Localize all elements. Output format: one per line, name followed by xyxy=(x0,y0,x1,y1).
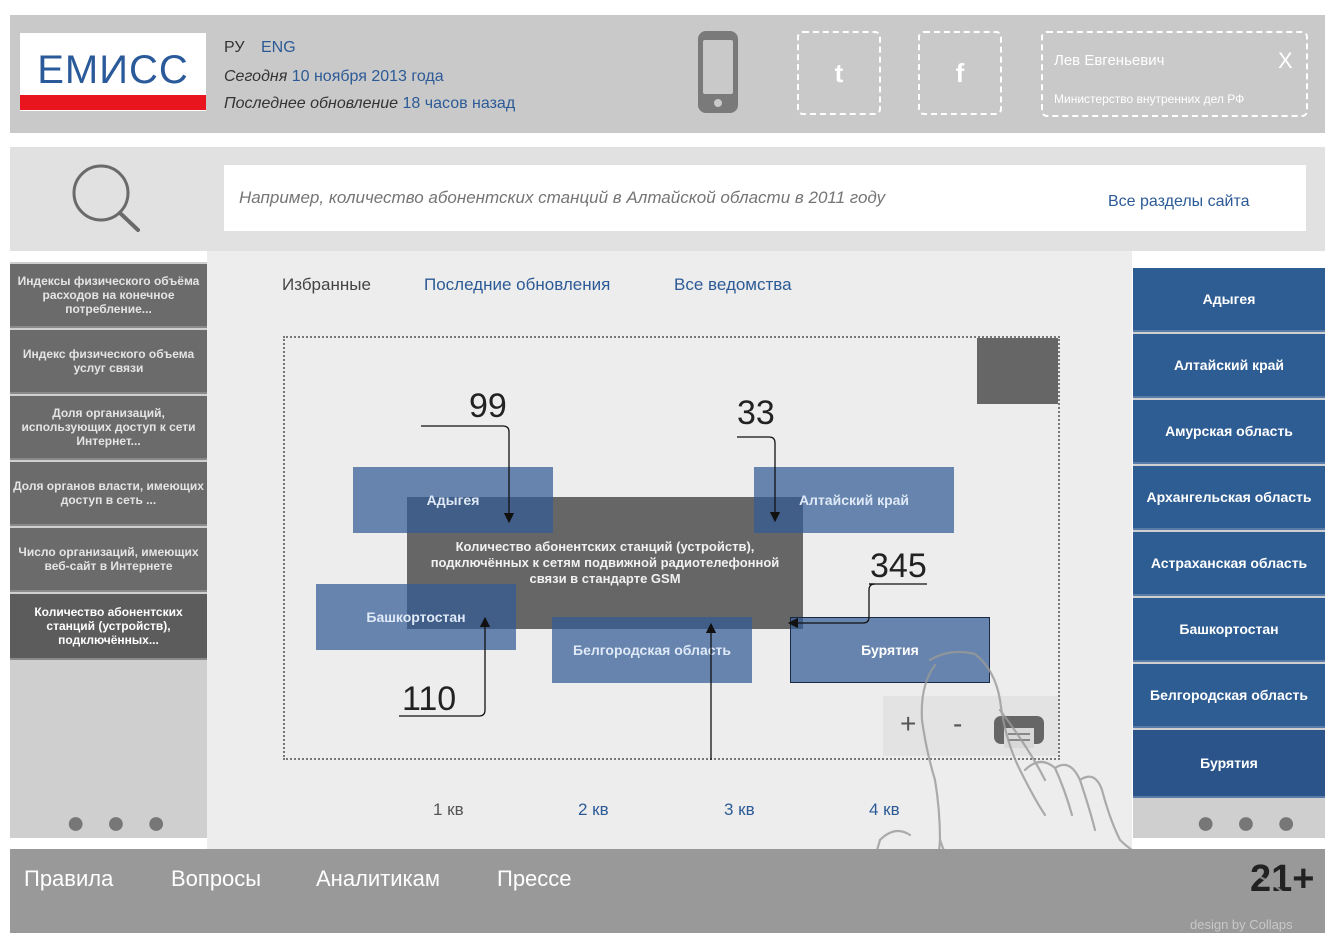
region-list-item[interactable]: Белгородская область xyxy=(1133,664,1325,728)
quarter-tab[interactable]: 1 кв xyxy=(433,800,464,820)
today-date: Сегодня 10 ноября 2013 года xyxy=(224,67,444,87)
sidebar-item-indicator-active[interactable]: Количество абонентских станций (устройст… xyxy=(10,594,207,660)
logo-red-bar xyxy=(20,95,206,110)
user-name: Лев Евгеньевич xyxy=(1054,52,1165,69)
sidebar-item-indicator[interactable]: Число организаций, имеющих веб-сайт в Ин… xyxy=(10,528,207,592)
lang-eng[interactable]: ENG xyxy=(261,39,296,57)
footer-link-analysts[interactable]: Аналитикам xyxy=(316,866,440,892)
sidebar-item-indicator[interactable]: Доля организаций, использующих доступ к … xyxy=(10,396,207,460)
facebook-button[interactable]: f xyxy=(918,31,1002,115)
design-credit: design by Collaps xyxy=(1190,917,1293,932)
region-list-item[interactable]: Архангельская область xyxy=(1133,466,1325,530)
quarter-tab[interactable]: 2 кв xyxy=(578,800,609,820)
region-list-item[interactable]: Башкортостан xyxy=(1133,598,1325,662)
today-label: Сегодня xyxy=(224,68,288,85)
zoom-in-button[interactable]: + xyxy=(900,708,916,740)
logo-text[interactable]: ЕМИСС xyxy=(20,46,206,94)
sidebar-item-indicator[interactable]: Индекс физического объема услуг связи xyxy=(10,330,207,394)
user-organization: Министерство внутренних дел РФ xyxy=(1054,92,1245,106)
last-update: Последнее обновление 18 часов назад xyxy=(224,94,515,114)
logout-close-button[interactable]: X xyxy=(1278,48,1293,74)
footer-link-rules[interactable]: Правила xyxy=(24,866,113,892)
region-list-item[interactable]: Алтайский край xyxy=(1133,334,1325,398)
today-value: 10 ноября 2013 года xyxy=(291,68,444,85)
right-sidebar-more[interactable]: ● ● ● xyxy=(1196,806,1302,838)
region-list-item-active[interactable]: Бурятия xyxy=(1133,730,1325,798)
lang-ru[interactable]: РУ xyxy=(224,39,244,57)
twitter-button[interactable]: t xyxy=(797,31,881,115)
tab-all-agencies[interactable]: Все ведомства xyxy=(674,275,792,295)
updated-value: 18 часов назад xyxy=(402,95,516,112)
footer-link-press[interactable]: Прессе xyxy=(497,866,572,892)
quarter-tab[interactable]: 4 кв xyxy=(869,800,900,820)
mobile-phone-icon[interactable] xyxy=(697,30,739,114)
left-sidebar-more[interactable]: ● ● ● xyxy=(66,806,172,838)
search-icon[interactable] xyxy=(68,162,144,236)
sidebar-item-indicator[interactable]: Доля органов власти, имеющих доступ в се… xyxy=(10,462,207,526)
all-sections-link[interactable]: Все разделы сайта xyxy=(1108,193,1249,211)
region-list-item[interactable]: Астраханская область xyxy=(1133,532,1325,596)
updated-label: Последнее обновление xyxy=(224,95,399,112)
zoom-out-button[interactable]: - xyxy=(953,708,962,740)
footer-link-questions[interactable]: Вопросы xyxy=(171,866,261,892)
sidebar-item-indicator[interactable]: Индексы физического объёма расходов на к… xyxy=(10,264,207,328)
region-list-item[interactable]: Адыгея xyxy=(1133,268,1325,332)
age-rating-badge: 21+ xyxy=(1250,858,1315,900)
region-list-item[interactable]: Амурская область xyxy=(1133,400,1325,464)
tab-latest-updates[interactable]: Последние обновления xyxy=(424,275,610,295)
quarter-tab[interactable]: 3 кв xyxy=(724,800,755,820)
tab-favorites[interactable]: Избранные xyxy=(282,275,371,295)
print-icon[interactable] xyxy=(992,710,1046,750)
